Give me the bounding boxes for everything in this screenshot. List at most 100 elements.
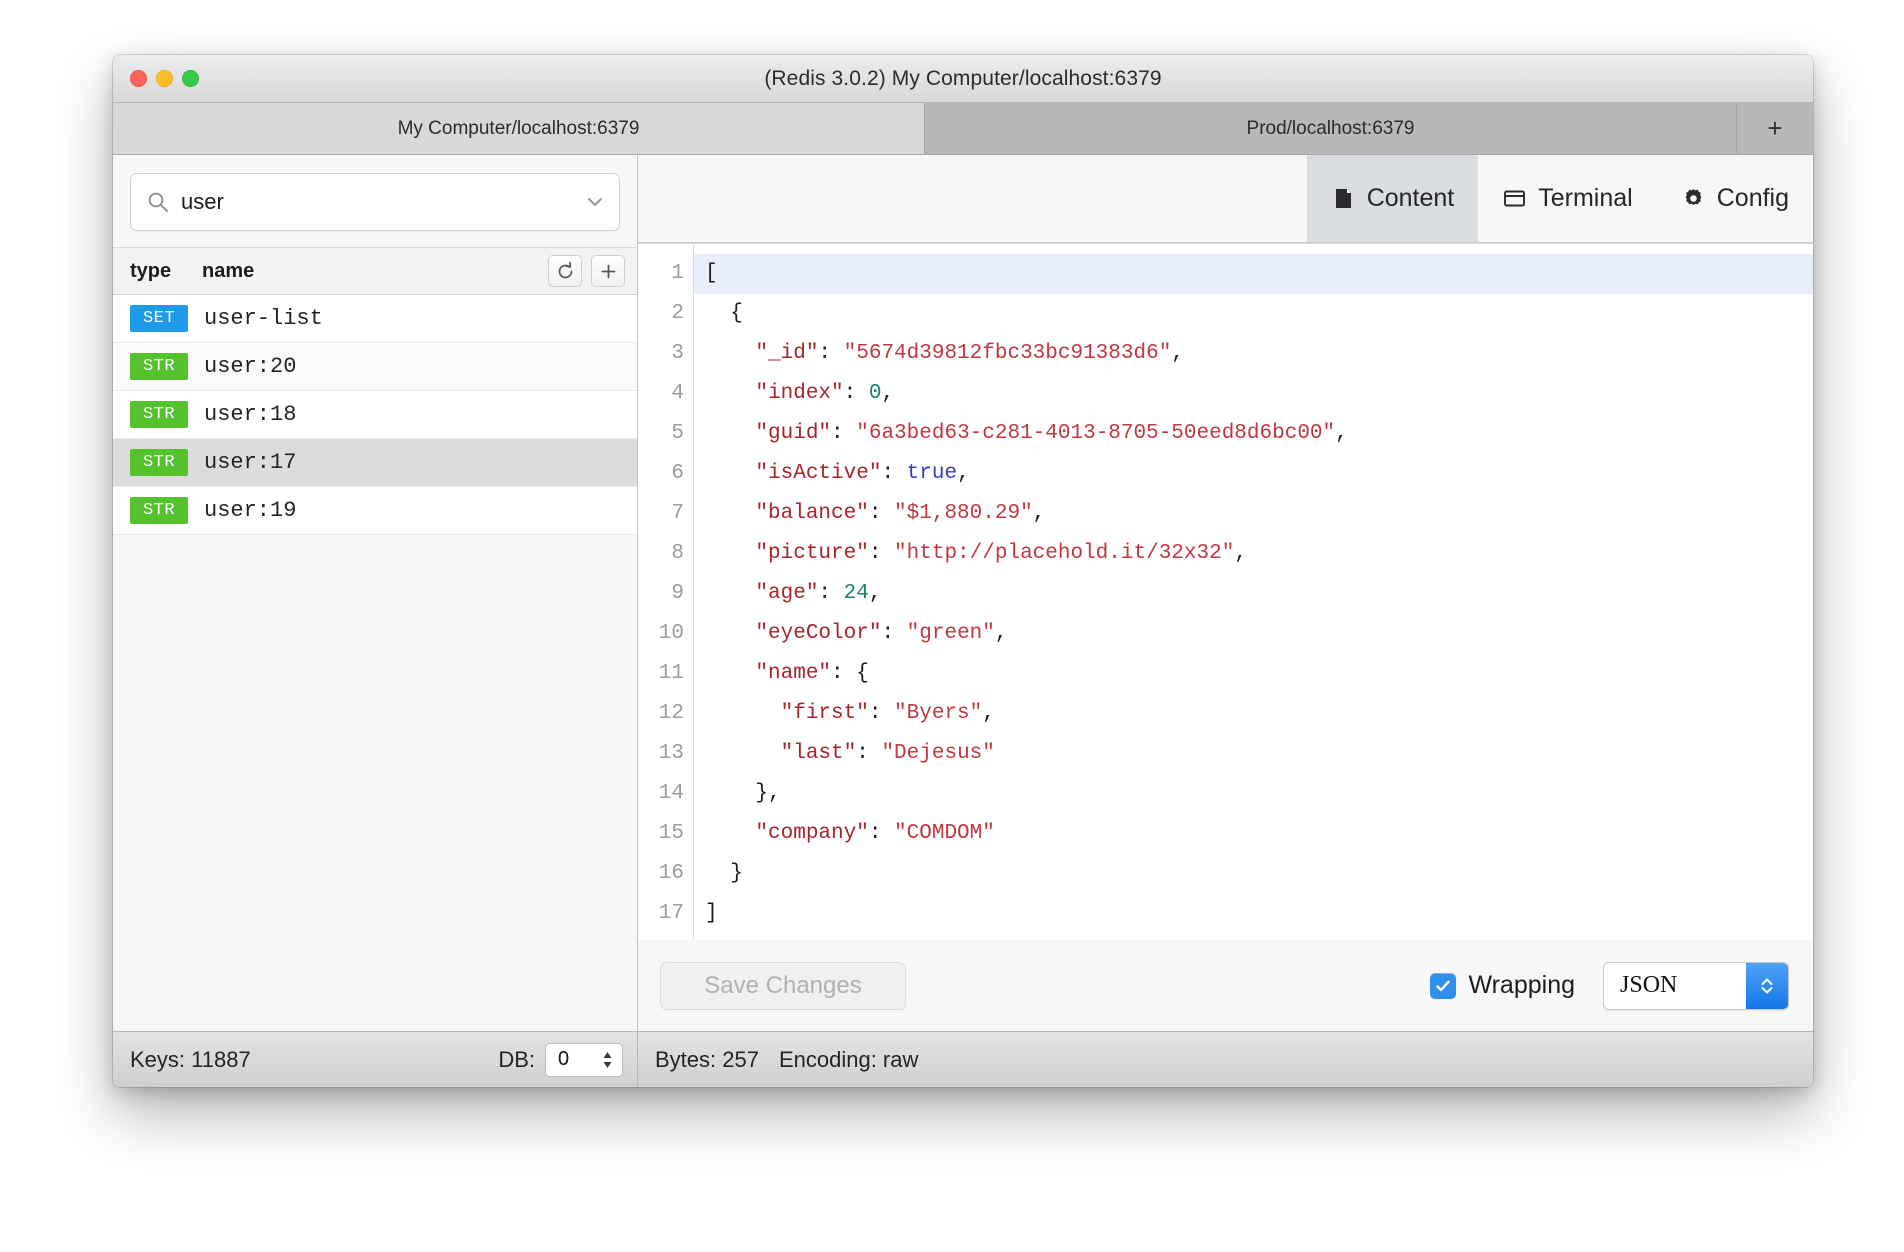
code-token: "company" xyxy=(705,822,869,845)
chevron-updown-icon xyxy=(1761,978,1773,993)
line-number: 6 xyxy=(671,462,684,485)
line-number: 4 xyxy=(671,382,684,405)
code-token: : { xyxy=(831,662,869,685)
keys-count-label: Keys: 11887 xyxy=(130,1046,251,1072)
view-tabbar: Content Terminal Config xyxy=(638,155,1813,243)
column-header-type: type xyxy=(130,259,172,282)
connection-tab-my-computer[interactable]: My Computer/localhost:6379 xyxy=(113,103,925,154)
line-number: 5 xyxy=(671,422,684,445)
gear-icon xyxy=(1685,189,1702,205)
code-token: { xyxy=(705,302,743,325)
code-line[interactable]: ] xyxy=(694,894,1813,934)
table-row[interactable]: STR user:19 xyxy=(113,487,637,535)
table-row[interactable]: STR user:18 xyxy=(113,391,637,439)
db-select[interactable]: 0 xyxy=(545,1042,623,1077)
code-line[interactable]: "age": 24, xyxy=(694,574,1813,614)
code-token: , xyxy=(982,702,995,725)
editor-toolbar: Save Changes Wrapping JSON xyxy=(638,939,1813,1031)
table-row[interactable]: STR user:20 xyxy=(113,343,637,391)
maximize-icon[interactable] xyxy=(182,70,199,87)
window-titlebar[interactable]: (Redis 3.0.2) My Computer/localhost:6379 xyxy=(113,55,1813,103)
column-header-name: name xyxy=(202,259,255,282)
code-token: "http://placehold.it/32x32" xyxy=(894,542,1235,565)
close-icon[interactable] xyxy=(130,70,147,87)
minimize-icon[interactable] xyxy=(156,70,173,87)
tab-content[interactable]: Content xyxy=(1306,155,1479,242)
tab-content-label: Content xyxy=(1366,184,1455,212)
format-select[interactable]: JSON xyxy=(1603,961,1789,1010)
code-token: , xyxy=(957,462,970,485)
code-token: 0 xyxy=(868,382,882,405)
code-line[interactable]: "company": "COMDOM" xyxy=(694,814,1813,854)
wrapping-checkbox[interactable] xyxy=(1430,972,1457,999)
line-number: 17 xyxy=(658,902,684,925)
code-line[interactable]: "first": "Byers", xyxy=(694,694,1813,734)
line-number: 14 xyxy=(658,782,684,805)
code-token: "COMDOM" xyxy=(894,822,995,845)
status-bar: Keys: 11887 DB: 0 Bytes: 257 Encoding: r… xyxy=(113,1031,1813,1087)
key-type-badge: STR xyxy=(130,401,188,428)
line-number: 11 xyxy=(658,662,684,685)
line-number: 2 xyxy=(671,302,684,325)
line-number: 10 xyxy=(658,622,684,645)
key-type-badge: SET xyxy=(130,305,188,332)
code-line[interactable]: "index": 0, xyxy=(694,374,1813,414)
table-row[interactable]: SET user-list xyxy=(113,295,637,343)
stepper-arrows-icon xyxy=(603,1051,612,1068)
wrapping-label: Wrapping xyxy=(1468,971,1575,999)
tab-config[interactable]: Config xyxy=(1657,155,1813,242)
line-number: 13 xyxy=(658,742,684,765)
code-token: , xyxy=(1032,502,1046,525)
code-line[interactable]: } xyxy=(694,854,1813,894)
key-list[interactable]: SET user-list STR user:20 STR user:18 ST… xyxy=(113,295,637,1031)
code-token: : xyxy=(831,422,857,445)
db-select-stepper[interactable] xyxy=(601,1044,614,1076)
code-line[interactable]: [ xyxy=(694,254,1813,294)
line-number: 12 xyxy=(658,702,684,725)
code-line[interactable]: "guid": "6a3bed63-c281-4013-8705-50eed8d… xyxy=(694,414,1813,454)
window-title: (Redis 3.0.2) My Computer/localhost:6379 xyxy=(764,66,1162,90)
code-line[interactable]: "eyeColor": "green", xyxy=(694,614,1813,654)
tab-config-label: Config xyxy=(1716,184,1789,212)
db-label: DB: xyxy=(498,1046,535,1072)
code-line[interactable]: "balance": "$1,880.29", xyxy=(694,494,1813,534)
wrapping-toggle[interactable]: Wrapping xyxy=(1430,971,1575,1000)
add-key-button[interactable] xyxy=(591,255,625,287)
code-area[interactable]: [ { "_id": "5674d39812fbc33bc91383d6", "… xyxy=(694,244,1813,939)
line-number: 15 xyxy=(658,822,684,845)
json-editor[interactable]: 1 2 3 4 5 6 7 8 9 10 11 12 13 14 15 16 17 [ { "_id": "56… xyxy=(638,243,1813,939)
code-line[interactable]: "last": "Dejesus" xyxy=(694,734,1813,774)
connection-tab-prod[interactable]: Prod/localhost:6379 xyxy=(925,103,1737,154)
format-select-stepper[interactable] xyxy=(1746,962,1788,1009)
save-button[interactable]: Save Changes xyxy=(660,961,906,1010)
code-line[interactable]: }, xyxy=(694,774,1813,814)
tab-terminal[interactable]: Terminal xyxy=(1478,155,1656,242)
refresh-button[interactable] xyxy=(548,255,582,287)
line-number: 3 xyxy=(671,342,684,365)
code-token: "green" xyxy=(906,622,995,645)
add-connection-tab-button[interactable]: + xyxy=(1737,103,1813,154)
key-list-header: type name xyxy=(113,247,637,295)
code-token: : xyxy=(818,582,844,605)
key-name: user:17 xyxy=(204,450,297,475)
line-number-gutter: 1 2 3 4 5 6 7 8 9 10 11 12 13 14 15 16 17 xyxy=(638,244,694,939)
chevron-down-icon[interactable] xyxy=(585,192,605,212)
key-browser-pane: user type name SET user-list STR user:20… xyxy=(113,155,638,1031)
search-input[interactable]: user xyxy=(130,173,620,231)
code-token: "isActive" xyxy=(705,462,882,485)
code-line[interactable]: "isActive": true, xyxy=(694,454,1813,494)
code-line[interactable]: "picture": "http://placehold.it/32x32", xyxy=(694,534,1813,574)
line-number: 9 xyxy=(671,582,684,605)
code-token: "index" xyxy=(705,382,844,405)
code-line[interactable]: "_id": "5674d39812fbc33bc91383d6", xyxy=(694,334,1813,374)
code-line[interactable]: "name": { xyxy=(694,654,1813,694)
main-body: user type name SET user-list STR user:20… xyxy=(113,155,1813,1031)
code-token: : xyxy=(868,502,895,525)
code-token: "age" xyxy=(705,582,819,605)
key-list-empty-area xyxy=(113,535,637,1031)
code-token: ] xyxy=(705,902,718,925)
code-line[interactable]: { xyxy=(694,294,1813,334)
code-token: : xyxy=(868,822,895,845)
table-row-selected[interactable]: STR user:17 xyxy=(113,439,637,487)
key-list-actions xyxy=(548,248,625,294)
